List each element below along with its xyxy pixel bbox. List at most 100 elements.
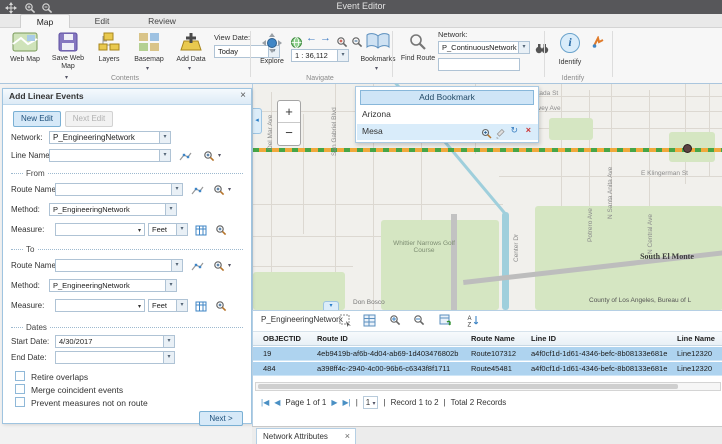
select-route-on-map-icon[interactable] — [191, 183, 204, 201]
retire-overlaps-checkbox[interactable] — [15, 371, 25, 381]
tab-review[interactable]: Review — [138, 14, 186, 28]
column-header[interactable]: Route Name — [471, 332, 527, 346]
end-date-label: End Date: — [11, 353, 47, 362]
chevron-down-icon: ▾ — [372, 401, 375, 407]
map-zoom-in-button[interactable]: + — [278, 101, 300, 123]
to-method-select[interactable]: P_EngineeringNetwork▾ — [49, 279, 177, 292]
column-header[interactable]: Route ID — [317, 332, 463, 346]
table-row[interactable]: 19 4eb9419b-af6b-4d04-ab69-1d403476802b … — [253, 347, 722, 361]
to-measure-label: Measure: — [11, 301, 44, 310]
network-field-select[interactable]: P_EngineeringNetwork ▾ — [49, 131, 171, 144]
bookmarks-button[interactable]: Bookmarks ▾ — [356, 32, 400, 55]
close-icon[interactable]: × — [345, 429, 350, 444]
street-line — [303, 114, 304, 234]
to-unit-select[interactable]: Feet▾ — [148, 299, 188, 312]
start-date-select[interactable]: 4/30/2017▾ — [55, 335, 175, 348]
select-line-on-map-icon[interactable] — [179, 149, 192, 167]
from-method-label: Method: — [11, 205, 40, 214]
tab-network-attributes[interactable]: Network Attributes × — [256, 428, 356, 444]
pan-to-selected-icon[interactable] — [413, 314, 426, 332]
table-icon[interactable] — [363, 314, 376, 332]
to-measure-input[interactable]: ▾ — [55, 299, 145, 312]
delete-bookmark-icon[interactable]: × — [526, 125, 531, 135]
zoom-tool-icon[interactable] — [213, 259, 225, 277]
back-arrow-icon[interactable]: ← — [306, 32, 317, 44]
to-route-name-select[interactable]: ▾ — [55, 259, 183, 272]
page-indicator: Page 1 of 1 — [285, 398, 326, 407]
next-edit-button[interactable]: Next Edit — [65, 111, 113, 127]
column-header[interactable]: Line Name — [677, 332, 721, 346]
collapse-bottom-arrow[interactable]: ▾ — [323, 301, 339, 310]
table-row[interactable]: 484 a398ff4c-2940-4c00-96b6-c6343f8f1711… — [253, 362, 722, 376]
tab-map[interactable]: Map — [20, 14, 70, 28]
identify-route-icon[interactable] — [592, 35, 605, 53]
chevron-down-icon[interactable]: ▾ — [218, 153, 221, 159]
web-map-button[interactable]: Web Map — [6, 32, 44, 57]
route-feature-line[interactable] — [253, 148, 722, 152]
prev-page-icon[interactable]: ◀ — [274, 398, 280, 407]
from-measure-input[interactable]: ▾ — [55, 223, 145, 236]
next-page-icon[interactable]: ▶ — [331, 398, 337, 407]
zoom-to-selected-icon[interactable] — [389, 314, 402, 332]
measure-picker-icon[interactable] — [195, 223, 207, 241]
find-route-button[interactable]: Find Route — [400, 33, 436, 56]
binoculars-icon[interactable] — [535, 41, 549, 59]
chevron-down-icon[interactable]: ▾ — [228, 187, 231, 193]
page-number-select[interactable]: 1 ▾ — [363, 396, 379, 409]
scrollbar-thumb[interactable] — [258, 384, 678, 389]
network-select[interactable]: P_ContinuousNetwork ▾ — [438, 41, 530, 54]
select-route-on-map-icon[interactable] — [191, 259, 204, 277]
zoom-tool-icon[interactable] — [215, 299, 227, 317]
street-label: N Central Ave — [647, 214, 654, 254]
zoom-tool-icon[interactable] — [213, 183, 225, 201]
from-method-select[interactable]: P_EngineeringNetwork▾ — [49, 203, 177, 216]
sort-icon[interactable]: AZ — [467, 314, 480, 332]
scale-select[interactable]: 1 : 36,112 ▾ — [291, 49, 349, 62]
last-page-icon[interactable]: ▶| — [342, 398, 350, 407]
street-line — [253, 266, 353, 267]
switch-table-icon[interactable] — [439, 314, 452, 332]
collapse-left-arrow[interactable]: ◂ — [253, 108, 262, 134]
chevron-down-icon: ▾ — [138, 303, 141, 310]
tab-edit[interactable]: Edit — [82, 14, 122, 28]
add-bookmark-button[interactable]: Add Bookmark — [360, 90, 534, 105]
bookmark-item-arizona[interactable]: Arizona — [362, 109, 391, 119]
add-data-button[interactable]: Add Data ▾ — [172, 32, 210, 57]
zoom-tool-icon[interactable] — [203, 149, 215, 167]
from-route-name-select[interactable]: ▾ — [55, 183, 183, 196]
show-selected-icon[interactable] — [339, 314, 352, 332]
basemap-button[interactable]: Basemap ▾ — [130, 32, 168, 57]
route-end-marker[interactable] — [683, 144, 692, 153]
close-icon[interactable]: × — [240, 90, 246, 101]
horizontal-scrollbar[interactable] — [255, 382, 721, 391]
bookmark-item-mesa[interactable]: Mesa ↻ × — [357, 124, 538, 140]
edit-bookmark-icon[interactable] — [495, 126, 505, 144]
line-name-select[interactable]: ▾ — [49, 149, 171, 162]
zoom-tool-icon[interactable] — [215, 223, 227, 241]
column-header[interactable]: Line ID — [531, 332, 671, 346]
from-unit-select[interactable]: Feet▾ — [148, 223, 188, 236]
network-label: Network: — [438, 31, 498, 40]
zoom-to-bookmark-icon[interactable] — [481, 126, 492, 144]
refresh-bookmark-icon[interactable]: ↻ — [510, 125, 518, 136]
retire-overlaps-label: Retire overlaps — [31, 372, 88, 382]
chevron-down-icon: ▾ — [188, 66, 191, 72]
save-web-map-button[interactable]: Save Web Map ▾ — [48, 32, 88, 57]
merge-coincident-checkbox[interactable] — [15, 384, 25, 394]
measure-picker-icon[interactable] — [195, 299, 207, 317]
chevron-down-icon[interactable]: ▾ — [228, 263, 231, 269]
route-search-input[interactable] — [438, 58, 520, 71]
poi-label: Don Bosco — [353, 299, 385, 306]
next-button[interactable]: Next > — [199, 411, 243, 426]
start-date-label: Start Date: — [11, 337, 49, 346]
explore-button[interactable]: Explore — [256, 32, 288, 59]
end-date-select[interactable]: ▾ — [55, 351, 175, 364]
layers-button[interactable]: Layers — [92, 32, 126, 57]
map-zoom-out-button[interactable]: − — [278, 123, 300, 145]
first-page-icon[interactable]: |◀ — [261, 398, 269, 407]
forward-arrow-icon[interactable]: → — [320, 32, 331, 44]
identify-button[interactable]: i Identify — [552, 33, 588, 53]
column-header[interactable]: OBJECTID — [263, 332, 313, 346]
prevent-measures-checkbox[interactable] — [15, 397, 25, 407]
new-edit-button[interactable]: New Edit — [13, 111, 61, 127]
